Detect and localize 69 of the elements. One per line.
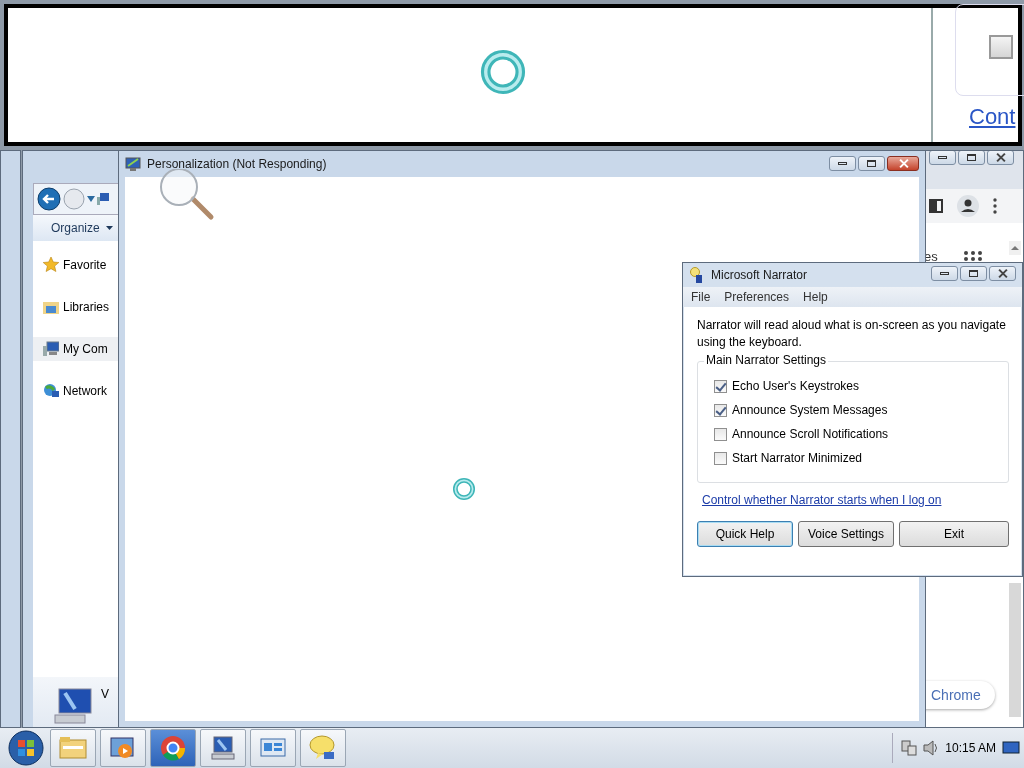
sidebar-icon[interactable] <box>929 199 943 213</box>
checkbox-label: Echo User's Keystrokes <box>732 379 859 393</box>
close-button[interactable] <box>987 151 1014 165</box>
dialog-button[interactable]: Quick Help <box>697 521 793 547</box>
dialog-button[interactable]: Exit <box>899 521 1009 547</box>
nav-label: Network <box>63 383 107 398</box>
apps-grid-icon[interactable] <box>964 251 982 261</box>
link[interactable]: Control whether Narrator starts when I log on <box>702 493 942 507</box>
nav-label: Favorite <box>63 257 107 272</box>
taskbar-button[interactable] <box>150 729 196 767</box>
computer-icon <box>43 340 59 357</box>
taskbar-button[interactable] <box>300 729 346 767</box>
narrator-icon <box>689 267 705 283</box>
chat-bubble-icon <box>308 734 338 762</box>
nav-label: Libraries <box>63 299 110 314</box>
taskbar-button[interactable] <box>100 729 146 767</box>
checkbox-label: Announce System Messages <box>732 403 888 417</box>
folder-icon <box>58 734 88 762</box>
nav-item[interactable]: My Com <box>33 336 121 361</box>
menu-item[interactable]: Help <box>803 290 828 304</box>
group-title: Main Narrator Settings <box>704 353 829 367</box>
network-icon[interactable] <box>901 740 918 756</box>
details-label: V <box>101 687 109 701</box>
minimize-button[interactable] <box>931 266 958 281</box>
taskbar-button[interactable] <box>250 729 296 767</box>
computer-icon <box>97 192 109 205</box>
description-text: Narrator will read aloud what is on-screen as you navigate using the keyboard. <box>697 317 1007 351</box>
window-title: Personalization (Not Responding) <box>147 157 327 171</box>
start-button[interactable] <box>6 730 46 766</box>
caret-icon[interactable] <box>105 225 113 230</box>
nav-item[interactable]: Favorite <box>33 252 121 277</box>
close-button[interactable] <box>989 266 1016 281</box>
caret-icon[interactable] <box>87 195 95 202</box>
maximize-button[interactable] <box>960 266 987 281</box>
dialog-button[interactable]: Voice Settings <box>798 521 894 547</box>
scrollbar[interactable] <box>1009 583 1021 717</box>
maximize-button[interactable] <box>858 156 885 171</box>
menu-item[interactable]: Preferences <box>724 290 790 304</box>
checkbox[interactable] <box>714 379 727 393</box>
volume-icon[interactable] <box>923 740 940 756</box>
clock[interactable]: 10:15 AM <box>945 741 996 755</box>
star-icon <box>43 256 59 273</box>
computer-icon <box>208 734 238 762</box>
checkbox-label: Start Narrator Minimized <box>732 451 863 465</box>
checkbox[interactable] <box>714 427 727 441</box>
minimize-button[interactable] <box>929 151 956 165</box>
nav-label: My Com <box>63 341 108 356</box>
nav-item[interactable]: Libraries <box>33 294 121 319</box>
menu-item[interactable]: File <box>691 290 711 304</box>
nav-item[interactable]: Network <box>33 378 121 403</box>
minimize-button[interactable] <box>829 156 856 171</box>
checkbox-label: Announce Scroll Notifications <box>732 427 889 441</box>
show-desktop-icon[interactable] <box>1002 740 1020 756</box>
maximize-button[interactable] <box>958 151 985 165</box>
globe-icon <box>43 382 59 399</box>
checkbox[interactable] <box>714 451 727 465</box>
back-button[interactable] <box>37 186 61 211</box>
chrome-button[interactable]: Chrome <box>923 681 995 709</box>
chrome-icon <box>158 734 188 762</box>
monitor-icon <box>125 157 141 171</box>
checkbox[interactable] <box>714 403 727 417</box>
computer-icon <box>51 687 93 727</box>
profile-icon[interactable] <box>957 195 979 217</box>
close-button[interactable] <box>887 156 919 171</box>
link[interactable]: Cont <box>969 104 1016 130</box>
window-title: Microsoft Narrator <box>711 268 808 282</box>
checkbox[interactable] <box>989 35 1013 59</box>
taskbar-button[interactable] <box>200 729 246 767</box>
more-options-icon[interactable] <box>993 198 997 214</box>
